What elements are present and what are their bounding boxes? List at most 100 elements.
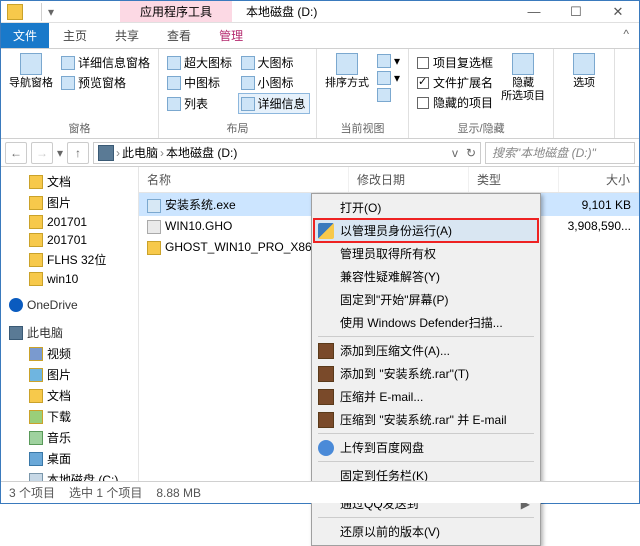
menu-label: 压缩并 E-mail... xyxy=(340,388,423,405)
col-header-name[interactable]: 名称 xyxy=(139,167,349,192)
menu-label: 使用 Windows Defender扫描... xyxy=(340,314,503,331)
tree-item-pics[interactable]: 图片 xyxy=(1,364,138,385)
qat-chevron-icon[interactable]: ▾ xyxy=(48,5,54,19)
tree-item[interactable]: win10 xyxy=(1,270,138,288)
ribbon-toggle-button[interactable]: ^ xyxy=(613,23,639,48)
menu-compress-email[interactable]: 压缩并 E-mail... xyxy=(314,385,538,408)
cloud-icon xyxy=(318,440,334,456)
detail-pane-button[interactable]: 详细信息窗格 xyxy=(59,53,152,72)
music-icon xyxy=(29,431,43,445)
tab-home[interactable]: 主页 xyxy=(49,23,101,48)
folder-icon xyxy=(29,233,43,247)
columns-icon xyxy=(377,71,391,85)
folder-icon xyxy=(29,253,43,267)
sort-button[interactable]: 排序方式 xyxy=(323,53,371,118)
tab-file[interactable]: 文件 xyxy=(1,23,49,48)
tab-manage[interactable]: 管理 xyxy=(205,23,257,48)
navigation-tree[interactable]: 文档 图片 201701 201701 FLHS 32位 win10 OneDr… xyxy=(1,167,139,485)
nav-pane-button[interactable]: 导航窗格 xyxy=(7,53,55,118)
status-bar: 3 个项目 选中 1 个项目 8.88 MB xyxy=(1,481,639,503)
tree-label: 音乐 xyxy=(47,429,71,446)
group-label-panes: 窗格 xyxy=(7,118,152,136)
history-chevron-icon[interactable]: ▾ xyxy=(57,146,63,160)
menu-add-rar-named[interactable]: 添加到 "安装系统.rar"(T) xyxy=(314,362,538,385)
col-header-size[interactable]: 大小 xyxy=(559,167,639,192)
add-columns-button[interactable]: ▾ xyxy=(375,70,402,86)
maximize-button[interactable]: ☐ xyxy=(555,1,597,23)
col-header-date[interactable]: 修改日期 xyxy=(349,167,469,192)
col-header-type[interactable]: 类型 xyxy=(469,167,559,192)
item-checkboxes-toggle[interactable]: 项目复选框 xyxy=(415,53,495,72)
list-button[interactable]: 列表 xyxy=(165,93,236,114)
tree-label: 201701 xyxy=(47,233,87,247)
breadcrumb[interactable]: › 此电脑 › 本地磁盘 (D:) v ↻ xyxy=(93,142,481,164)
tree-label: FLHS 32位 xyxy=(47,251,106,268)
rar-icon xyxy=(318,412,334,428)
details-button[interactable]: 详细信息 xyxy=(238,93,311,114)
options-button[interactable]: 选项 xyxy=(560,53,608,134)
status-count: 3 个项目 xyxy=(9,484,55,501)
menu-open[interactable]: 打开(O) xyxy=(314,196,538,219)
tree-item[interactable]: FLHS 32位 xyxy=(1,249,138,270)
hide-selected-button[interactable]: 隐藏 所选项目 xyxy=(499,53,547,118)
group-label-show: 显示/隐藏 xyxy=(415,118,547,136)
tree-item-music[interactable]: 音乐 xyxy=(1,427,138,448)
tree-item-docs[interactable]: 文档 xyxy=(1,171,138,192)
preview-pane-button[interactable]: 预览窗格 xyxy=(59,73,152,92)
tab-view[interactable]: 查看 xyxy=(153,23,205,48)
tree-item-desktop[interactable]: 桌面 xyxy=(1,448,138,469)
checkbox-checked-icon xyxy=(417,77,429,89)
menu-upload-baidu[interactable]: 上传到百度网盘 xyxy=(314,436,538,459)
group-by-button[interactable]: ▾ xyxy=(375,53,402,69)
menu-admin-ownership[interactable]: 管理员取得所有权 xyxy=(314,242,538,265)
m-icons-button[interactable]: 中图标 xyxy=(165,73,237,92)
l-icons-button[interactable]: 大图标 xyxy=(239,53,311,72)
ribbon-tabs: 文件 主页 共享 查看 管理 ^ xyxy=(1,23,639,49)
tree-item-docs[interactable]: 文档 xyxy=(1,385,138,406)
preview-pane-label: 预览窗格 xyxy=(78,74,126,91)
tree-label: 桌面 xyxy=(47,450,71,467)
tab-share[interactable]: 共享 xyxy=(101,23,153,48)
tree-item[interactable]: 201701 xyxy=(1,231,138,249)
tree-item-pc[interactable]: 此电脑 xyxy=(1,322,138,343)
crumb-pc[interactable]: 此电脑 xyxy=(122,144,158,161)
file-ext-toggle[interactable]: 文件扩展名 xyxy=(415,73,495,92)
up-button[interactable]: ↑ xyxy=(67,142,89,164)
menu-compat[interactable]: 兼容性疑难解答(Y) xyxy=(314,265,538,288)
options-label: 选项 xyxy=(573,77,595,90)
tree-item[interactable]: 201701 xyxy=(1,213,138,231)
menu-label: 添加到 "安装系统.rar"(T) xyxy=(340,365,469,382)
tree-item-downloads[interactable]: 下载 xyxy=(1,406,138,427)
tree-label: win10 xyxy=(47,272,78,286)
tree-label: 文档 xyxy=(47,173,71,190)
back-button[interactable]: ← xyxy=(5,142,27,164)
menu-pin-start[interactable]: 固定到"开始"屏幕(P) xyxy=(314,288,538,311)
chevron-right-icon: › xyxy=(160,146,164,160)
forward-button[interactable]: → xyxy=(31,142,53,164)
refresh-icon[interactable]: ↻ xyxy=(466,146,476,160)
close-button[interactable]: ✕ xyxy=(597,1,639,23)
xl-icons-button[interactable]: 超大图标 xyxy=(165,53,237,72)
menu-defender-scan[interactable]: 使用 Windows Defender扫描... xyxy=(314,311,538,334)
crumb-drive[interactable]: 本地磁盘 (D:) xyxy=(166,144,237,161)
l-icons-label: 大图标 xyxy=(258,54,294,71)
s-icons-button[interactable]: 小图标 xyxy=(239,73,311,92)
tree-item-onedrive[interactable]: OneDrive xyxy=(1,296,138,314)
group-label-view: 当前视图 xyxy=(323,118,402,136)
size-col-button[interactable] xyxy=(375,87,402,103)
minimize-button[interactable]: — xyxy=(513,1,555,23)
tree-item-video[interactable]: 视频 xyxy=(1,343,138,364)
checkbox-icon xyxy=(417,57,429,69)
search-input[interactable]: 搜索"本地磁盘 (D:)" xyxy=(485,142,635,164)
file-size: 9,101 KB xyxy=(559,195,639,215)
tree-item-pics[interactable]: 图片 xyxy=(1,192,138,213)
menu-restore-previous[interactable]: 还原以前的版本(V) xyxy=(314,520,538,543)
menu-add-rar[interactable]: 添加到压缩文件(A)... xyxy=(314,339,538,362)
menu-label: 打开(O) xyxy=(340,199,381,216)
menu-compress-email-named[interactable]: 压缩到 "安装系统.rar" 并 E-mail xyxy=(314,408,538,431)
hide-icon xyxy=(512,53,534,75)
menu-run-as-admin[interactable]: 以管理员身份运行(A) xyxy=(314,219,538,242)
address-dropdown-icon[interactable]: v xyxy=(452,146,458,160)
menu-separator xyxy=(318,433,534,434)
hidden-items-toggle[interactable]: 隐藏的项目 xyxy=(415,93,495,112)
